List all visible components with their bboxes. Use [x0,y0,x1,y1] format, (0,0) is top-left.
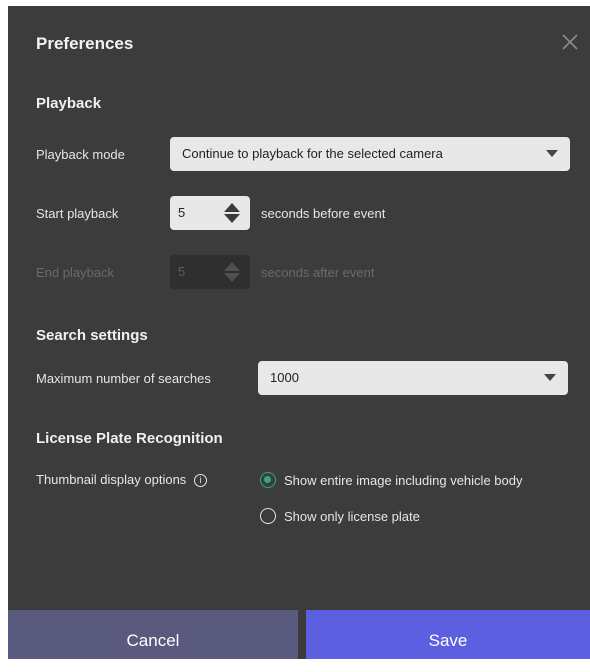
radio-unchecked-icon[interactable] [260,508,276,524]
section-license-plate-recognition: License Plate Recognition [36,430,223,447]
section-search-settings: Search settings [36,327,148,344]
info-icon[interactable]: i [193,474,207,487]
radio-checked-icon[interactable] [260,472,276,488]
playback-mode-label: Playback mode [36,147,125,162]
close-icon[interactable] [558,30,582,54]
end-playback-spinner: 5 [170,255,250,289]
radio-option-plate-only[interactable]: Show only license plate [260,506,420,526]
radio-label: Show only license plate [284,508,420,524]
start-playback-suffix: seconds before event [261,206,386,221]
thumbnail-options-text: Thumbnail display options [36,472,187,487]
start-playback-value: 5 [178,205,186,220]
end-playback-value: 5 [178,264,186,279]
end-playback-suffix: seconds after event [261,265,375,280]
spin-down-icon[interactable] [224,214,240,223]
dialog-title: Preferences [36,34,134,53]
chevron-down-icon [544,374,556,381]
playback-mode-value: Continue to playback for the selected ca… [182,146,443,161]
spin-up-icon[interactable] [224,203,240,212]
save-button[interactable]: Save [306,610,590,659]
max-searches-select[interactable]: 1000 [258,361,568,395]
radio-label: Show entire image including vehicle body [284,472,523,488]
playback-mode-select[interactable]: Continue to playback for the selected ca… [170,137,570,171]
chevron-down-icon [546,150,558,157]
cancel-button[interactable]: Cancel [8,610,298,659]
start-playback-label: Start playback [36,206,119,221]
spin-down-icon [224,273,240,282]
preferences-dialog: Preferences Playback Playback mode Conti… [8,6,590,659]
thumbnail-options-label: Thumbnail display options i [36,472,207,487]
spin-up-icon [224,262,240,271]
end-playback-label: End playback [36,265,115,280]
start-playback-spinner[interactable]: 5 [170,196,250,230]
radio-option-entire-image[interactable]: Show entire image including vehicle body [260,470,522,490]
max-searches-label: Maximum number of searches [36,371,211,386]
max-searches-value: 1000 [270,370,299,385]
section-playback: Playback [36,95,102,112]
